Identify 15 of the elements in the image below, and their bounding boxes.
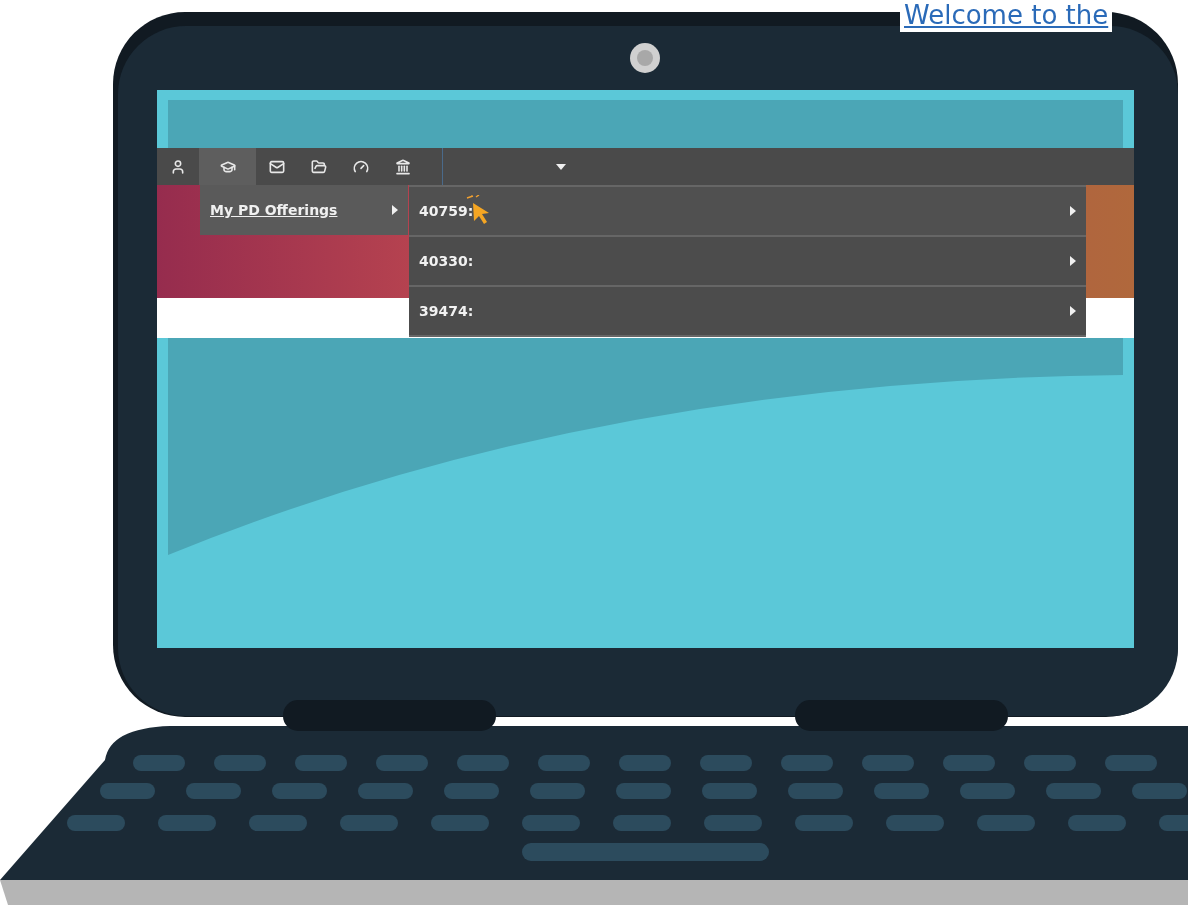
user-icon — [170, 158, 186, 175]
caret-right-icon — [1070, 256, 1076, 266]
item-label: 39474: — [419, 303, 474, 319]
item-label: 40759: — [419, 203, 474, 219]
envelope-icon — [269, 158, 285, 175]
caret-right-icon — [1070, 306, 1076, 316]
bank-icon — [395, 158, 411, 175]
submenu-item[interactable]: 40759: — [409, 187, 1086, 237]
caret-right-icon — [1070, 206, 1076, 216]
nav-tab[interactable] — [199, 148, 256, 185]
item-label: 40330: — [419, 253, 474, 269]
caret-down-icon — [556, 163, 566, 170]
caret-right-icon — [392, 205, 398, 215]
folder-icon — [311, 158, 327, 175]
gauge-icon — [353, 158, 369, 175]
